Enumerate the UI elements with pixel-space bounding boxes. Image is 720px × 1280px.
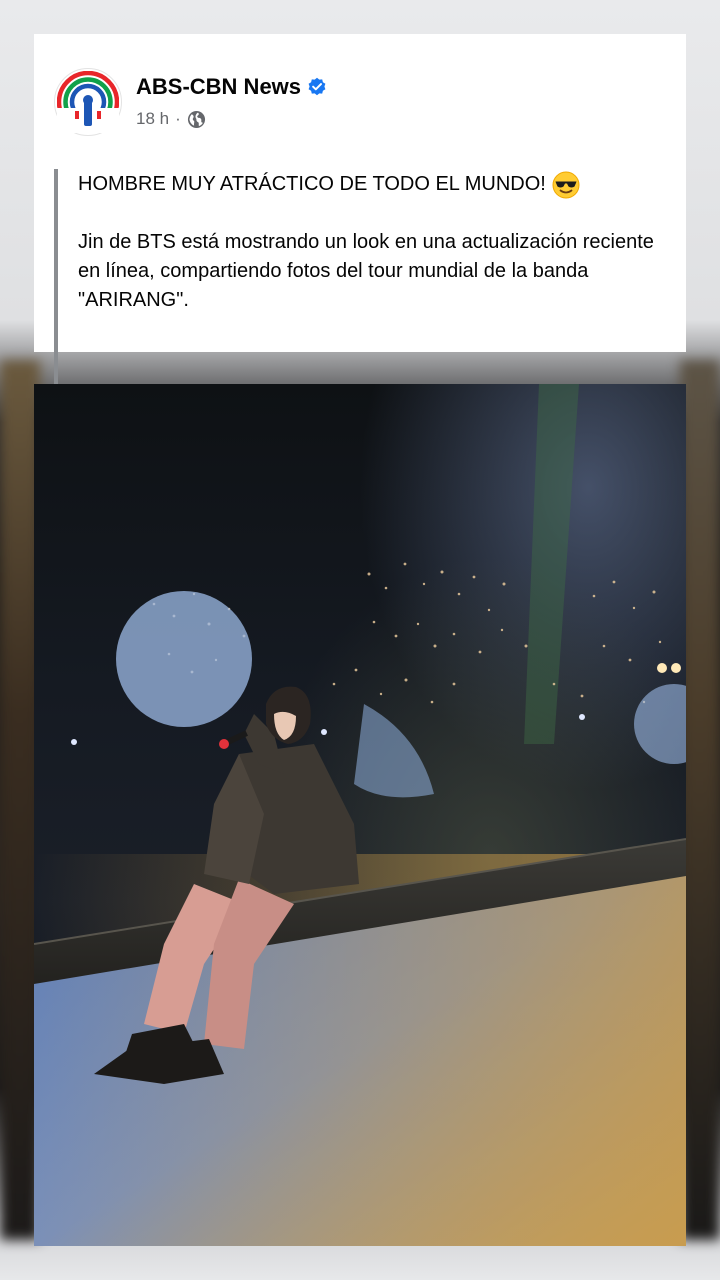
post-timestamp[interactable]: 18 h: [136, 109, 169, 129]
post-headline: HOMBRE MUY ATRÁCTICO DE TODO EL MUNDO!: [78, 173, 546, 195]
verified-badge-icon: [308, 77, 326, 96]
page-avatar[interactable]: [54, 68, 122, 136]
post-card: ABS-CBN News 18 h · HOMBRE MUY ATRÁCTICO…: [34, 34, 686, 386]
smiling-face-with-sunglasses-emoji: [552, 171, 580, 198]
page-name-row: ABS-CBN News: [136, 74, 327, 100]
globe-icon: [187, 110, 205, 128]
quote-bar: [54, 169, 58, 386]
meta-separator: ·: [175, 109, 181, 128]
performer-photo-illustration: [34, 384, 686, 1246]
post-headline-line: HOMBRE MUY ATRÁCTICO DE TODO EL MUNDO!: [78, 170, 668, 199]
background-blur-right: [680, 360, 720, 1240]
post-body: Jin de BTS está mostrando un look en una…: [78, 231, 654, 311]
post-text: HOMBRE MUY ATRÁCTICO DE TODO EL MUNDO! J…: [78, 170, 668, 315]
post-meta: 18 h ·: [136, 109, 206, 129]
post-photo[interactable]: [34, 384, 686, 1246]
abs-cbn-logo-icon: [57, 71, 119, 133]
page-name[interactable]: ABS-CBN News: [136, 74, 301, 100]
